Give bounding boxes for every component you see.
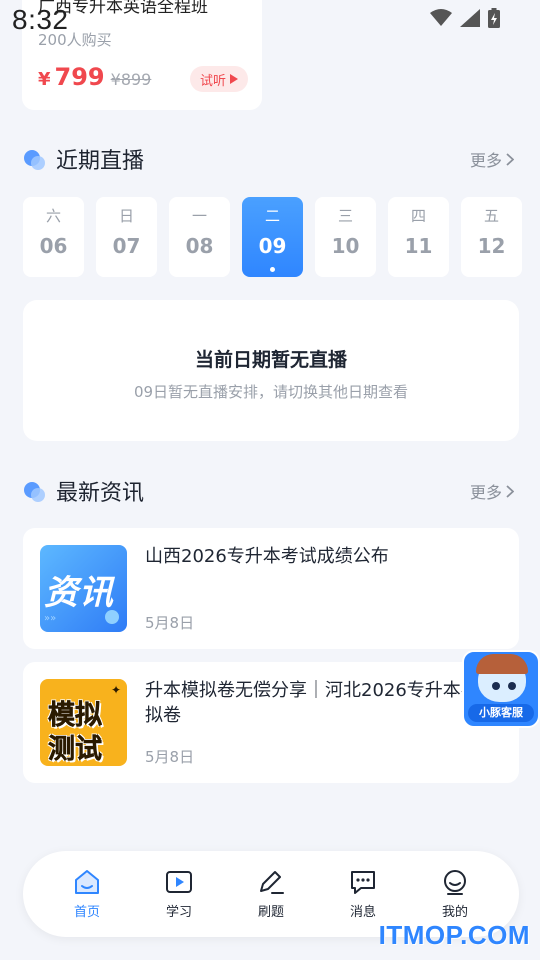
thumb-text: 资讯 <box>44 573 114 613</box>
message-icon <box>351 870 375 894</box>
empty-live-panel: 当前日期暂无直播 09日暂无直播安排，请切换其他日期查看 <box>23 300 519 441</box>
profile-icon <box>444 869 466 895</box>
date-cell[interactable]: 五 12 <box>461 197 522 277</box>
news-more-link[interactable]: 更多 <box>470 479 514 503</box>
course-price: ¥ 799 ¥899 <box>38 63 151 91</box>
date-weekday: 四 <box>410 207 426 225</box>
news-item[interactable]: 资讯 »» 山西2026专升本考试成绩公布 5月8日 <box>23 528 519 649</box>
news-thumbnail: 模拟 测试 ✦ <box>40 679 127 766</box>
selected-dot-indicator <box>270 267 275 272</box>
news-title: 山西2026专升本考试成绩公布 <box>145 546 389 567</box>
tab-study[interactable]: 学习 <box>133 869 225 920</box>
tab-profile[interactable]: 我的 <box>409 869 501 920</box>
wifi-icon <box>430 9 452 26</box>
date-day: 08 <box>185 234 214 258</box>
date-day: 10 <box>331 234 360 258</box>
date-day: 06 <box>39 234 68 258</box>
more-label: 更多 <box>469 483 502 502</box>
price-original: ¥899 <box>110 70 152 89</box>
customer-service-button[interactable]: 小豚客服 <box>462 650 540 728</box>
tab-home[interactable]: 首页 <box>41 869 133 920</box>
news-thumbnail: 资讯 »» <box>40 545 127 632</box>
date-weekday: 六 <box>45 207 61 225</box>
watermark: ITMOP.COM <box>378 920 530 950</box>
section-bubble-icon <box>24 480 46 502</box>
date-cell[interactable]: 三 10 <box>315 197 376 277</box>
battery-icon <box>488 8 500 28</box>
status-icons <box>430 8 500 28</box>
date-day: 11 <box>404 234 433 258</box>
date-weekday: 二 <box>264 207 280 225</box>
date-selector: 六 06 日 07 一 08 二 09 三 10 四 11 五 12 <box>23 197 522 277</box>
tab-label: 我的 <box>441 904 468 920</box>
date-cell[interactable]: 一 08 <box>169 197 230 277</box>
date-weekday: 一 <box>191 207 207 225</box>
bubble-decoration-icon <box>105 610 119 624</box>
tab-label: 刷题 <box>257 904 284 920</box>
mascot-eye-icon <box>492 682 500 690</box>
price-symbol: ¥ <box>38 69 51 90</box>
news-section-header: 最新资讯 更多 <box>24 476 514 506</box>
spark-decoration-icon: ✦ <box>110 683 121 697</box>
signal-icon <box>460 9 480 27</box>
empty-live-title: 当前日期暂无直播 <box>194 349 347 371</box>
live-section-title: 近期直播 <box>56 149 145 174</box>
tab-label: 学习 <box>165 904 192 920</box>
status-time: 8:32 <box>12 4 69 35</box>
news-item[interactable]: 模拟 测试 ✦ 升本模拟卷无偿分享｜河北2026专升本考前模拟卷 5月8日 <box>23 662 519 783</box>
trial-button[interactable]: 试听 <box>189 66 248 92</box>
mascot-eye-icon <box>508 682 516 690</box>
date-weekday: 日 <box>118 207 134 225</box>
chevron-right-icon <box>506 484 514 498</box>
date-cell[interactable]: 四 11 <box>388 197 449 277</box>
arrows-decoration-icon: »» <box>44 613 57 624</box>
customer-service-label: 小豚客服 <box>468 704 534 722</box>
news-date: 5月8日 <box>145 748 195 766</box>
trial-label: 试听 <box>199 73 226 89</box>
live-more-link[interactable]: 更多 <box>470 147 514 171</box>
pen-icon <box>260 870 284 894</box>
mascot-cap-icon <box>476 654 528 674</box>
live-section-header: 近期直播 更多 <box>24 144 514 174</box>
tab-practice[interactable]: 刷题 <box>225 869 317 920</box>
date-day: 12 <box>477 234 506 258</box>
date-day: 07 <box>112 234 141 258</box>
tab-label: 消息 <box>349 904 376 920</box>
play-triangle-icon <box>230 74 238 84</box>
news-section-title: 最新资讯 <box>56 481 145 506</box>
tab-messages[interactable]: 消息 <box>317 869 409 920</box>
chevron-right-icon <box>506 152 514 166</box>
thumb-text-line2: 测试 <box>48 734 103 766</box>
more-label: 更多 <box>469 151 502 170</box>
date-weekday: 三 <box>337 207 353 225</box>
date-cell[interactable]: 日 07 <box>96 197 157 277</box>
empty-live-subtitle: 09日暂无直播安排，请切换其他日期查看 <box>133 383 409 401</box>
home-icon <box>75 869 99 894</box>
date-cell[interactable]: 六 06 <box>23 197 84 277</box>
price-current: 799 <box>54 63 105 91</box>
date-weekday: 五 <box>483 207 499 225</box>
play-icon <box>166 870 192 893</box>
date-day: 09 <box>258 234 287 258</box>
section-bubble-icon <box>24 148 46 170</box>
date-cell-selected[interactable]: 二 09 <box>242 197 303 277</box>
news-date: 5月8日 <box>145 614 195 632</box>
tab-label: 首页 <box>73 904 100 920</box>
